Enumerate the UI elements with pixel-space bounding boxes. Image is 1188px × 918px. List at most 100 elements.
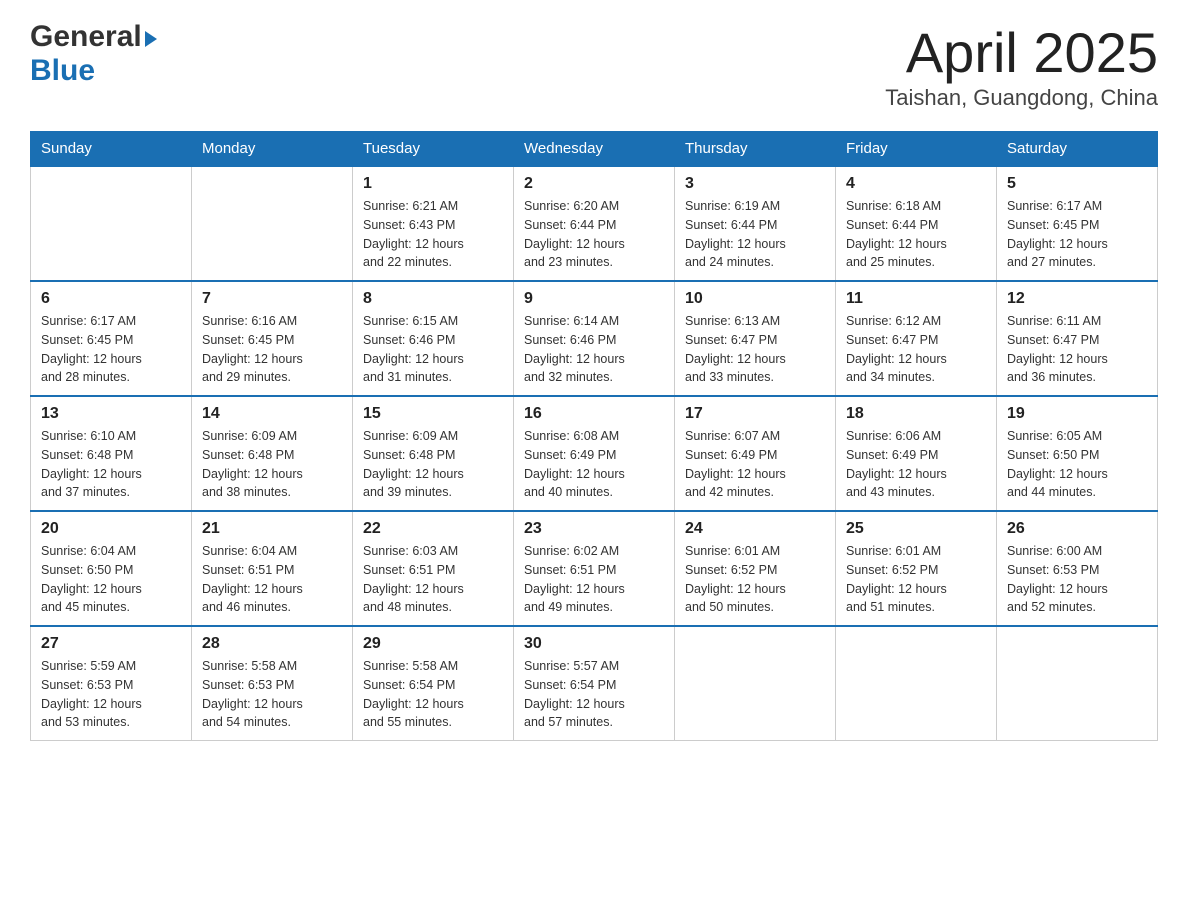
header-friday: Friday bbox=[836, 132, 997, 167]
day-info: Sunrise: 6:07 AM Sunset: 6:49 PM Dayligh… bbox=[685, 427, 825, 502]
calendar-cell: 21 Sunrise: 6:04 AM Sunset: 6:51 PM Dayli… bbox=[192, 511, 353, 626]
calendar-header-row: Sunday Monday Tuesday Wednesday Thursday… bbox=[31, 132, 1158, 167]
day-info: Sunrise: 6:04 AM Sunset: 6:51 PM Dayligh… bbox=[202, 542, 342, 617]
calendar-cell: 10 Sunrise: 6:13 AM Sunset: 6:47 PM Dayli… bbox=[675, 281, 836, 396]
day-info: Sunrise: 6:12 AM Sunset: 6:47 PM Dayligh… bbox=[846, 312, 986, 387]
day-info: Sunrise: 6:03 AM Sunset: 6:51 PM Dayligh… bbox=[363, 542, 503, 617]
day-number: 22 bbox=[363, 520, 503, 538]
calendar-title: April 2025 bbox=[885, 20, 1158, 85]
day-info: Sunrise: 6:17 AM Sunset: 6:45 PM Dayligh… bbox=[41, 312, 181, 387]
calendar-cell: 25 Sunrise: 6:01 AM Sunset: 6:52 PM Dayli… bbox=[836, 511, 997, 626]
day-info: Sunrise: 6:16 AM Sunset: 6:45 PM Dayligh… bbox=[202, 312, 342, 387]
calendar-cell: 30 Sunrise: 5:57 AM Sunset: 6:54 PM Dayli… bbox=[514, 626, 675, 741]
calendar-cell: 17 Sunrise: 6:07 AM Sunset: 6:49 PM Dayli… bbox=[675, 396, 836, 511]
day-number: 3 bbox=[685, 175, 825, 193]
logo: General Blue bbox=[30, 20, 157, 88]
header-thursday: Thursday bbox=[675, 132, 836, 167]
day-number: 17 bbox=[685, 405, 825, 423]
day-number: 23 bbox=[524, 520, 664, 538]
day-info: Sunrise: 6:01 AM Sunset: 6:52 PM Dayligh… bbox=[685, 542, 825, 617]
day-number: 29 bbox=[363, 635, 503, 653]
day-info: Sunrise: 6:19 AM Sunset: 6:44 PM Dayligh… bbox=[685, 197, 825, 272]
day-number: 18 bbox=[846, 405, 986, 423]
day-number: 15 bbox=[363, 405, 503, 423]
day-number: 8 bbox=[363, 290, 503, 308]
day-number: 5 bbox=[1007, 175, 1147, 193]
calendar-cell: 16 Sunrise: 6:08 AM Sunset: 6:49 PM Dayli… bbox=[514, 396, 675, 511]
calendar-cell: 9 Sunrise: 6:14 AM Sunset: 6:46 PM Daylig… bbox=[514, 281, 675, 396]
day-number: 11 bbox=[846, 290, 986, 308]
day-number: 6 bbox=[41, 290, 181, 308]
calendar-cell: 5Sunrise: 6:17 AM Sunset: 6:45 PM Daylig… bbox=[997, 166, 1158, 281]
calendar-table: Sunday Monday Tuesday Wednesday Thursday… bbox=[30, 131, 1158, 741]
calendar-cell: 12 Sunrise: 6:11 AM Sunset: 6:47 PM Dayli… bbox=[997, 281, 1158, 396]
header-saturday: Saturday bbox=[997, 132, 1158, 167]
day-info: Sunrise: 6:20 AM Sunset: 6:44 PM Dayligh… bbox=[524, 197, 664, 272]
day-number: 27 bbox=[41, 635, 181, 653]
day-number: 25 bbox=[846, 520, 986, 538]
calendar-cell: 4 Sunrise: 6:18 AM Sunset: 6:44 PM Daylig… bbox=[836, 166, 997, 281]
day-info: Sunrise: 6:11 AM Sunset: 6:47 PM Dayligh… bbox=[1007, 312, 1147, 387]
calendar-cell: 1 Sunrise: 6:21 AM Sunset: 6:43 PM Daylig… bbox=[353, 166, 514, 281]
day-number: 10 bbox=[685, 290, 825, 308]
calendar-cell: 13Sunrise: 6:10 AM Sunset: 6:48 PM Dayli… bbox=[31, 396, 192, 511]
calendar-cell: 8 Sunrise: 6:15 AM Sunset: 6:46 PM Daylig… bbox=[353, 281, 514, 396]
day-info: Sunrise: 6:06 AM Sunset: 6:49 PM Dayligh… bbox=[846, 427, 986, 502]
calendar-cell: 19 Sunrise: 6:05 AM Sunset: 6:50 PM Dayli… bbox=[997, 396, 1158, 511]
day-info: Sunrise: 5:57 AM Sunset: 6:54 PM Dayligh… bbox=[524, 657, 664, 732]
calendar-cell: 29 Sunrise: 5:58 AM Sunset: 6:54 PM Dayli… bbox=[353, 626, 514, 741]
day-info: Sunrise: 6:09 AM Sunset: 6:48 PM Dayligh… bbox=[202, 427, 342, 502]
calendar-cell: 28 Sunrise: 5:58 AM Sunset: 6:53 PM Dayli… bbox=[192, 626, 353, 741]
logo-general-text: General bbox=[30, 20, 142, 54]
title-block: April 2025 Taishan, Guangdong, China bbox=[885, 20, 1158, 111]
calendar-subtitle: Taishan, Guangdong, China bbox=[885, 85, 1158, 111]
day-number: 24 bbox=[685, 520, 825, 538]
header-tuesday: Tuesday bbox=[353, 132, 514, 167]
calendar-cell: 23 Sunrise: 6:02 AM Sunset: 6:51 PM Dayli… bbox=[514, 511, 675, 626]
day-info: Sunrise: 6:05 AM Sunset: 6:50 PM Dayligh… bbox=[1007, 427, 1147, 502]
day-number: 28 bbox=[202, 635, 342, 653]
calendar-cell: 14 Sunrise: 6:09 AM Sunset: 6:48 PM Dayli… bbox=[192, 396, 353, 511]
calendar-cell: 15Sunrise: 6:09 AM Sunset: 6:48 PM Dayli… bbox=[353, 396, 514, 511]
day-info: Sunrise: 5:58 AM Sunset: 6:53 PM Dayligh… bbox=[202, 657, 342, 732]
day-number: 12 bbox=[1007, 290, 1147, 308]
calendar-cell: 6 Sunrise: 6:17 AM Sunset: 6:45 PM Daylig… bbox=[31, 281, 192, 396]
calendar-week-row: 6 Sunrise: 6:17 AM Sunset: 6:45 PM Daylig… bbox=[31, 281, 1158, 396]
calendar-cell: 24 Sunrise: 6:01 AM Sunset: 6:52 PM Dayli… bbox=[675, 511, 836, 626]
calendar-week-row: 1 Sunrise: 6:21 AM Sunset: 6:43 PM Daylig… bbox=[31, 166, 1158, 281]
day-info: Sunrise: 6:00 AM Sunset: 6:53 PM Dayligh… bbox=[1007, 542, 1147, 617]
day-info: Sunrise: 6:08 AM Sunset: 6:49 PM Dayligh… bbox=[524, 427, 664, 502]
calendar-week-row: 13Sunrise: 6:10 AM Sunset: 6:48 PM Dayli… bbox=[31, 396, 1158, 511]
day-number: 14 bbox=[202, 405, 342, 423]
day-number: 19 bbox=[1007, 405, 1147, 423]
calendar-cell: 20Sunrise: 6:04 AM Sunset: 6:50 PM Dayli… bbox=[31, 511, 192, 626]
day-number: 21 bbox=[202, 520, 342, 538]
logo-blue-text: Blue bbox=[30, 54, 95, 87]
calendar-cell: 18 Sunrise: 6:06 AM Sunset: 6:49 PM Dayli… bbox=[836, 396, 997, 511]
calendar-cell: 2Sunrise: 6:20 AM Sunset: 6:44 PM Daylig… bbox=[514, 166, 675, 281]
calendar-cell: 7 Sunrise: 6:16 AM Sunset: 6:45 PM Daylig… bbox=[192, 281, 353, 396]
header-wednesday: Wednesday bbox=[514, 132, 675, 167]
day-info: Sunrise: 6:18 AM Sunset: 6:44 PM Dayligh… bbox=[846, 197, 986, 272]
day-number: 26 bbox=[1007, 520, 1147, 538]
calendar-cell: 22 Sunrise: 6:03 AM Sunset: 6:51 PM Dayli… bbox=[353, 511, 514, 626]
day-info: Sunrise: 6:02 AM Sunset: 6:51 PM Dayligh… bbox=[524, 542, 664, 617]
day-number: 16 bbox=[524, 405, 664, 423]
day-info: Sunrise: 5:59 AM Sunset: 6:53 PM Dayligh… bbox=[41, 657, 181, 732]
day-info: Sunrise: 6:01 AM Sunset: 6:52 PM Dayligh… bbox=[846, 542, 986, 617]
day-info: Sunrise: 6:04 AM Sunset: 6:50 PM Dayligh… bbox=[41, 542, 181, 617]
day-info: Sunrise: 6:15 AM Sunset: 6:46 PM Dayligh… bbox=[363, 312, 503, 387]
day-number: 4 bbox=[846, 175, 986, 193]
calendar-cell: 3 Sunrise: 6:19 AM Sunset: 6:44 PM Daylig… bbox=[675, 166, 836, 281]
day-info: Sunrise: 6:21 AM Sunset: 6:43 PM Dayligh… bbox=[363, 197, 503, 272]
day-info: Sunrise: 6:13 AM Sunset: 6:47 PM Dayligh… bbox=[685, 312, 825, 387]
day-number: 1 bbox=[363, 175, 503, 193]
day-info: Sunrise: 6:14 AM Sunset: 6:46 PM Dayligh… bbox=[524, 312, 664, 387]
day-number: 9 bbox=[524, 290, 664, 308]
day-number: 30 bbox=[524, 635, 664, 653]
day-info: Sunrise: 5:58 AM Sunset: 6:54 PM Dayligh… bbox=[363, 657, 503, 732]
calendar-cell bbox=[675, 626, 836, 741]
day-number: 7 bbox=[202, 290, 342, 308]
calendar-week-row: 27 Sunrise: 5:59 AM Sunset: 6:53 PM Dayli… bbox=[31, 626, 1158, 741]
day-number: 13 bbox=[41, 405, 181, 423]
